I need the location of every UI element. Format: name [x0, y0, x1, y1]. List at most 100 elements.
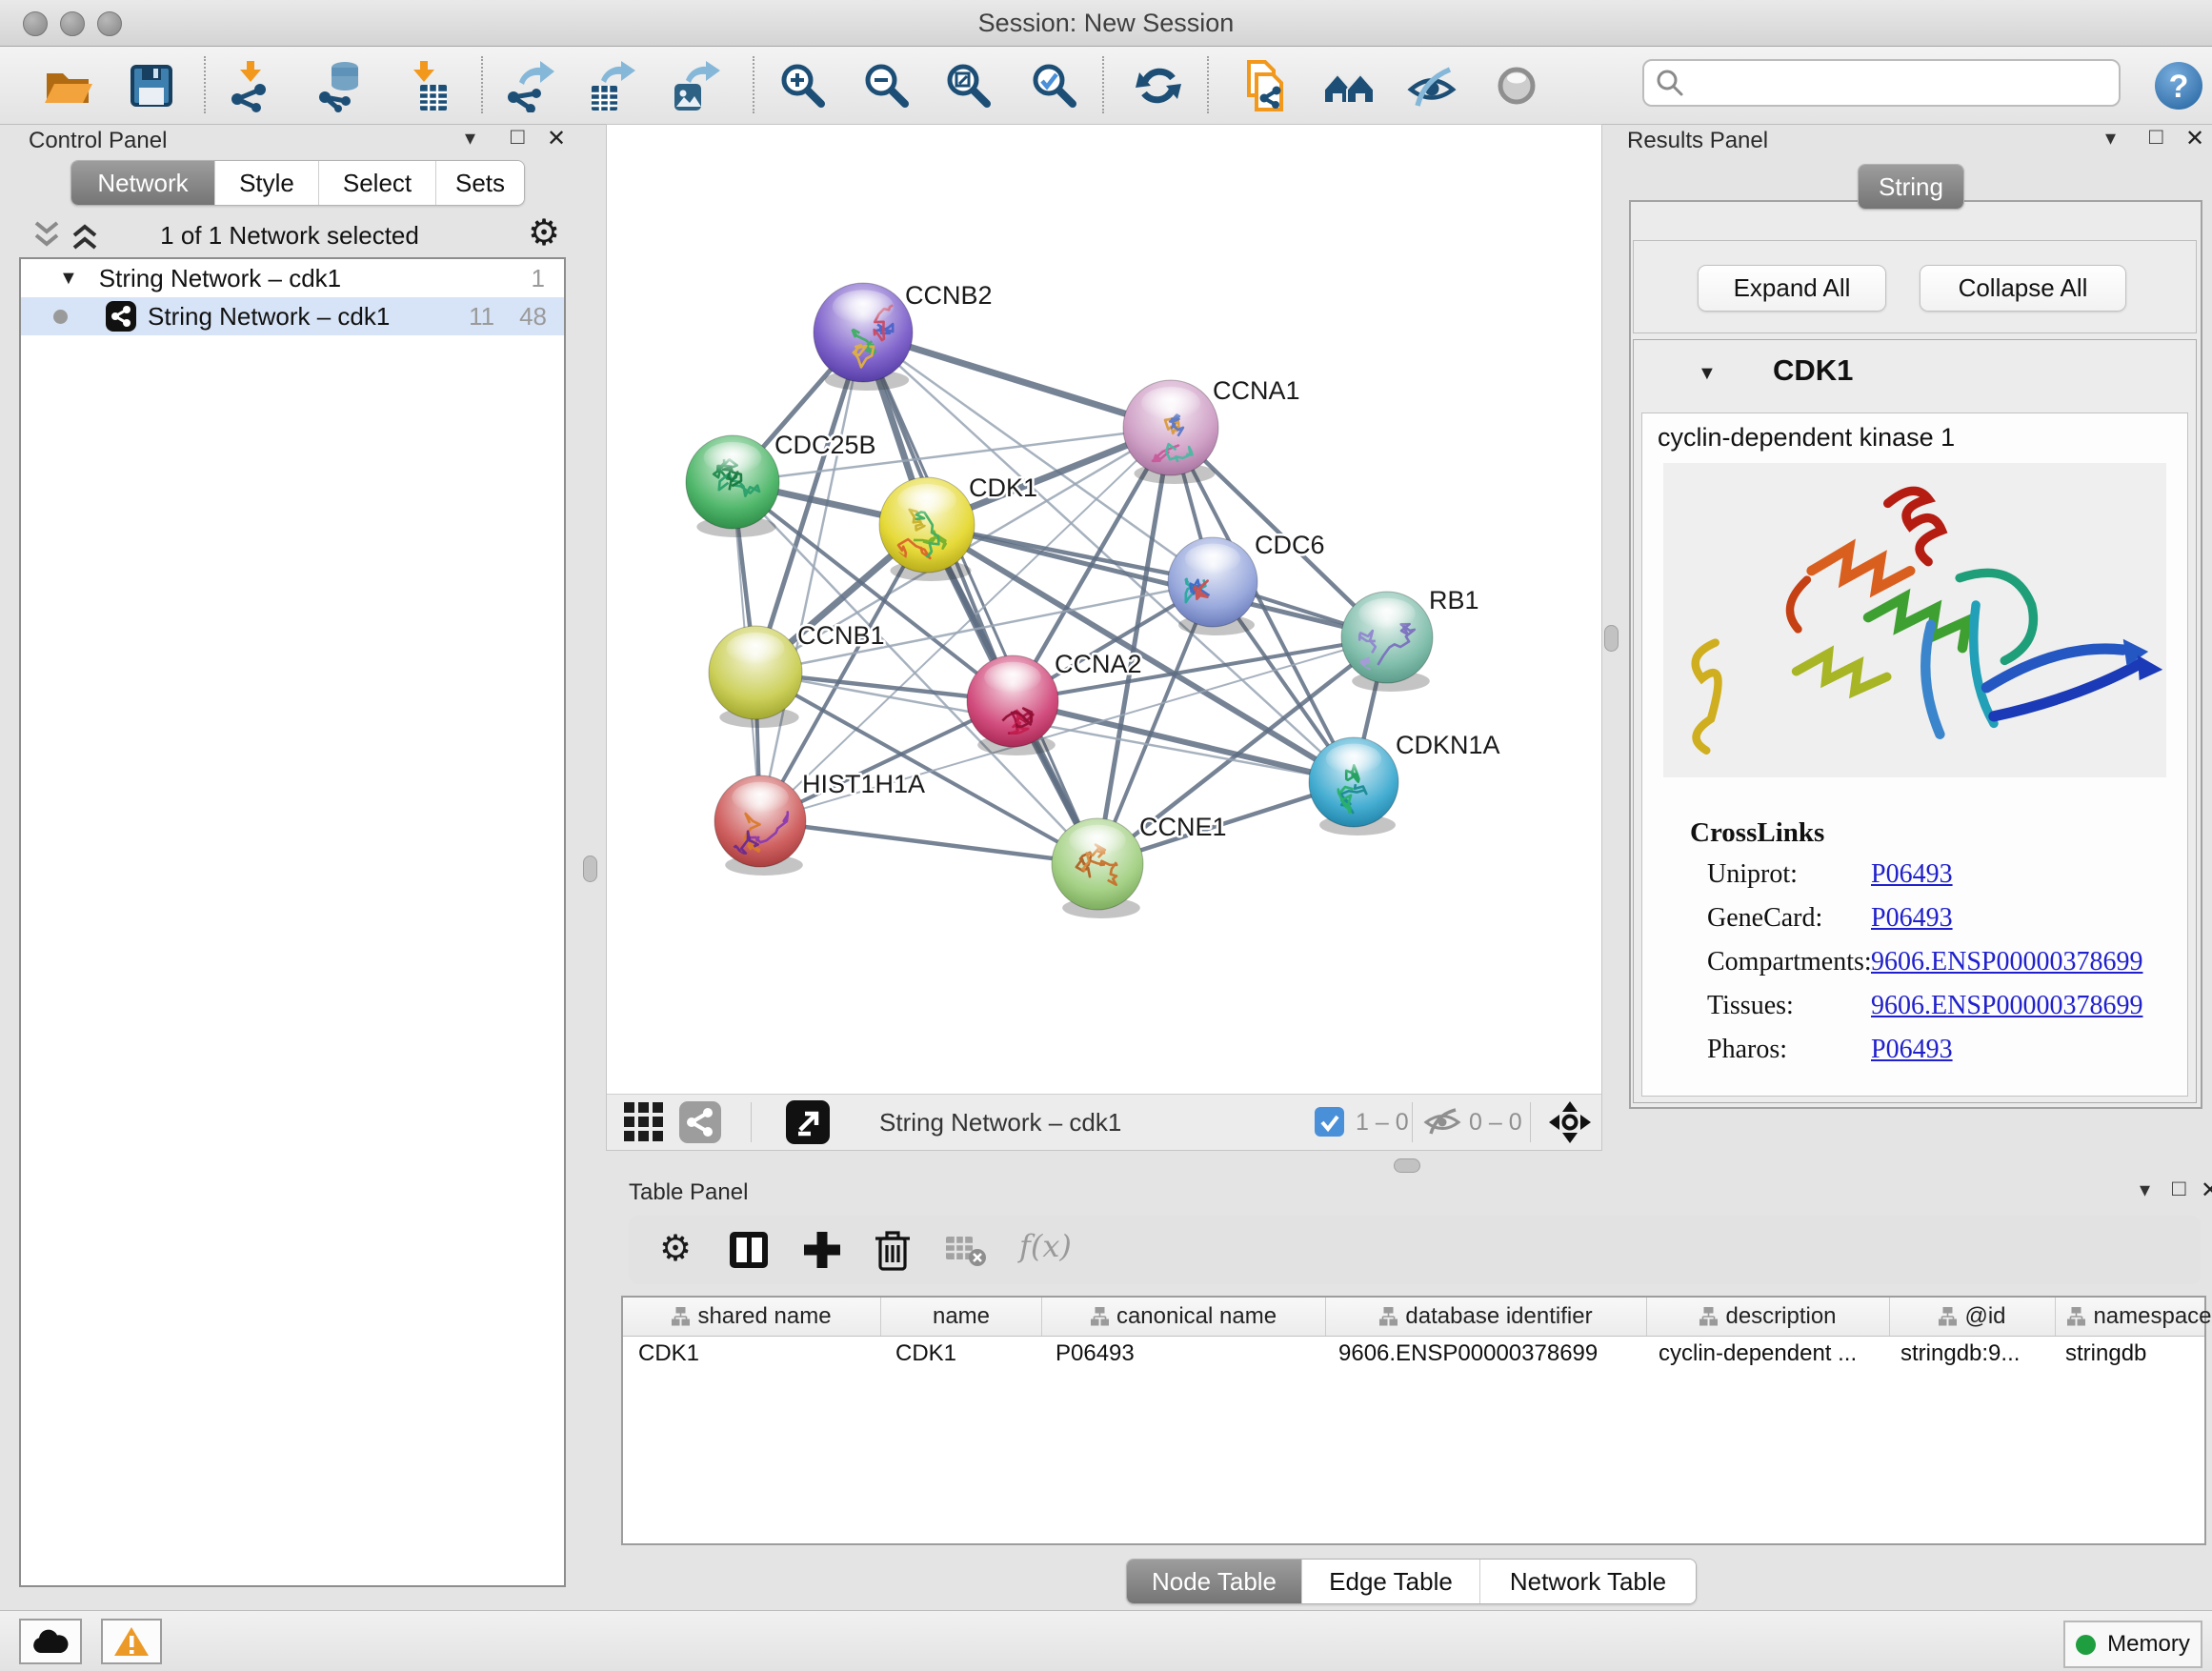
- network-current-dot-icon: [53, 310, 68, 324]
- import-network-database-button[interactable]: [311, 57, 370, 114]
- tab-node-table[interactable]: Node Table: [1127, 1560, 1301, 1603]
- warnings-button[interactable]: [101, 1619, 162, 1664]
- node-CDK1[interactable]: CDK1: [879, 473, 1037, 581]
- crosslink-row: Tissues:9606.ENSP00000378699: [1642, 985, 2187, 1029]
- crosslink-value-link[interactable]: P06493: [1871, 903, 1953, 934]
- selected-checkbox-icon[interactable]: [1315, 1107, 1344, 1137]
- tab-network-table[interactable]: Network Table: [1479, 1560, 1696, 1603]
- column-header--id[interactable]: @id: [1890, 1298, 2056, 1336]
- column-header-namespace[interactable]: namespace: [2056, 1298, 2212, 1336]
- show-columns-icon[interactable]: [728, 1230, 770, 1270]
- export-image-button[interactable]: [664, 57, 723, 114]
- node-CCNB1[interactable]: CCNB1: [709, 621, 885, 728]
- export-table-button[interactable]: [581, 57, 640, 114]
- table-panel-collapse-icon[interactable]: ▾: [2140, 1178, 2150, 1202]
- zoom-fit-button[interactable]: [939, 57, 998, 114]
- column-type-icon: [1939, 1307, 1957, 1326]
- import-network-file-button[interactable]: [221, 57, 280, 114]
- cloud-icon: [31, 1628, 70, 1655]
- column-header-canonical-name[interactable]: canonical name: [1042, 1298, 1326, 1336]
- network-view-share-icon[interactable]: [679, 1101, 721, 1143]
- detach-view-icon[interactable]: [786, 1100, 830, 1144]
- control-panel-collapse-icon[interactable]: ▾: [465, 126, 475, 151]
- tab-network[interactable]: Network: [71, 161, 214, 205]
- hide-graphics-button[interactable]: [1402, 57, 1461, 114]
- network-collection-row[interactable]: ▼ String Network – cdk1 1: [21, 259, 564, 297]
- bottom-splitter-handle[interactable]: [1394, 1158, 1420, 1173]
- cloud-button[interactable]: [19, 1619, 82, 1664]
- column-header-name[interactable]: name: [881, 1298, 1042, 1336]
- search-field[interactable]: [1642, 59, 2121, 107]
- expand-all-button[interactable]: Expand All: [1698, 265, 1886, 312]
- collapse-all-button[interactable]: Collapse All: [1920, 265, 2126, 312]
- first-neighbors-button[interactable]: [1319, 57, 1378, 114]
- results-panel-collapse-icon[interactable]: ▾: [2105, 126, 2116, 151]
- node-CCNE1[interactable]: CCNE1: [1052, 813, 1227, 918]
- network-panel-options-gear-icon[interactable]: ⚙: [528, 215, 560, 252]
- navbar-separator: [751, 1102, 752, 1142]
- table-row[interactable]: CDK1CDK1P064939606.ENSP00000378699cyclin…: [623, 1337, 2204, 1371]
- tab-string[interactable]: String: [1859, 165, 1963, 209]
- left-splitter-handle[interactable]: [583, 856, 597, 882]
- control-panel-close-icon[interactable]: ✕: [547, 125, 566, 152]
- protein-disclosure-icon[interactable]: ▼: [1698, 363, 1717, 385]
- create-column-plus-icon[interactable]: [802, 1229, 842, 1271]
- table-body: CDK1CDK1P064939606.ENSP00000378699cyclin…: [623, 1337, 2204, 1371]
- memory-button[interactable]: Memory: [2063, 1621, 2202, 1668]
- node-CDC6[interactable]: CDC6: [1168, 531, 1325, 635]
- results-panel-close-icon[interactable]: ✕: [2185, 125, 2204, 152]
- node-HIST1H1A[interactable]: HIST1H1A: [714, 770, 925, 876]
- crosslink-value-link[interactable]: P06493: [1871, 859, 1953, 890]
- zoom-out-button[interactable]: [857, 57, 916, 114]
- graphics-details-button[interactable]: [1487, 57, 1546, 114]
- save-session-button[interactable]: [122, 57, 181, 114]
- delete-table-icon[interactable]: [945, 1235, 989, 1267]
- right-splitter-handle[interactable]: [1604, 625, 1619, 652]
- grid-view-icon[interactable]: [623, 1102, 666, 1142]
- toolbar-separator: [481, 56, 483, 113]
- open-session-button[interactable]: [38, 57, 97, 114]
- crosslink-value-link[interactable]: 9606.ENSP00000378699: [1871, 991, 2142, 1021]
- network-row[interactable]: String Network – cdk1 11 48: [21, 297, 564, 335]
- table-panel-close-icon[interactable]: ✕: [2201, 1177, 2212, 1204]
- tab-sets[interactable]: Sets: [435, 161, 524, 205]
- import-table-file-button[interactable]: [396, 57, 455, 114]
- help-button[interactable]: ?: [2149, 57, 2208, 114]
- network-canvas[interactable]: CCNB2CCNA1CDC25BCDK1CDC6RB1CCNB1CCNA2CDK…: [607, 125, 1601, 1095]
- edge-CCNA2-CDKN1A[interactable]: [1013, 701, 1354, 782]
- node-RB1[interactable]: RB1: [1341, 586, 1479, 692]
- delete-column-trash-icon[interactable]: [873, 1227, 913, 1273]
- node-CDKN1A[interactable]: CDKN1A: [1309, 731, 1500, 836]
- crosslink-value-link[interactable]: P06493: [1871, 1035, 1953, 1065]
- search-input[interactable]: [1692, 64, 2119, 102]
- zoom-in-button[interactable]: [774, 57, 833, 114]
- birdseye-view-icon[interactable]: [1548, 1100, 1592, 1144]
- zoom-selected-button[interactable]: [1025, 57, 1084, 114]
- tab-style[interactable]: Style: [214, 161, 318, 205]
- clone-network-button[interactable]: [1236, 57, 1295, 114]
- column-header-database-identifier[interactable]: database identifier: [1326, 1298, 1647, 1336]
- export-network-button[interactable]: [499, 57, 558, 114]
- column-header-description[interactable]: description: [1647, 1298, 1890, 1336]
- edge-CCNB2-HIST1H1A[interactable]: [760, 332, 863, 821]
- results-panel-float-icon[interactable]: □: [2149, 124, 2163, 151]
- control-panel-float-icon[interactable]: □: [511, 124, 525, 151]
- zoom-in-icon: [776, 59, 830, 112]
- tab-edge-table[interactable]: Edge Table: [1301, 1560, 1479, 1603]
- export-network-icon: [502, 59, 555, 112]
- zoom-out-icon: [860, 59, 914, 112]
- node-label-CCNB2: CCNB2: [905, 281, 993, 310]
- collection-disclosure-icon[interactable]: ▼: [59, 268, 78, 290]
- column-header-shared-name[interactable]: shared name: [623, 1298, 881, 1336]
- hidden-eye-slash-icon[interactable]: [1423, 1107, 1461, 1137]
- eye-slash-icon: [1405, 59, 1458, 112]
- network-view[interactable]: CCNB2CCNA1CDC25BCDK1CDC6RB1CCNB1CCNA2CDK…: [606, 124, 1602, 1151]
- edge-CCNE1-HIST1H1A[interactable]: [760, 821, 1097, 864]
- crosslink-value-link[interactable]: 9606.ENSP00000378699: [1871, 947, 2142, 977]
- refresh-button[interactable]: [1129, 57, 1188, 114]
- tab-select[interactable]: Select: [318, 161, 435, 205]
- node-CCNB2[interactable]: CCNB2: [814, 281, 993, 391]
- function-builder-icon[interactable]: f(x): [1019, 1228, 1072, 1264]
- table-panel-float-icon[interactable]: □: [2172, 1176, 2186, 1202]
- table-options-gear-icon[interactable]: ⚙: [659, 1231, 692, 1267]
